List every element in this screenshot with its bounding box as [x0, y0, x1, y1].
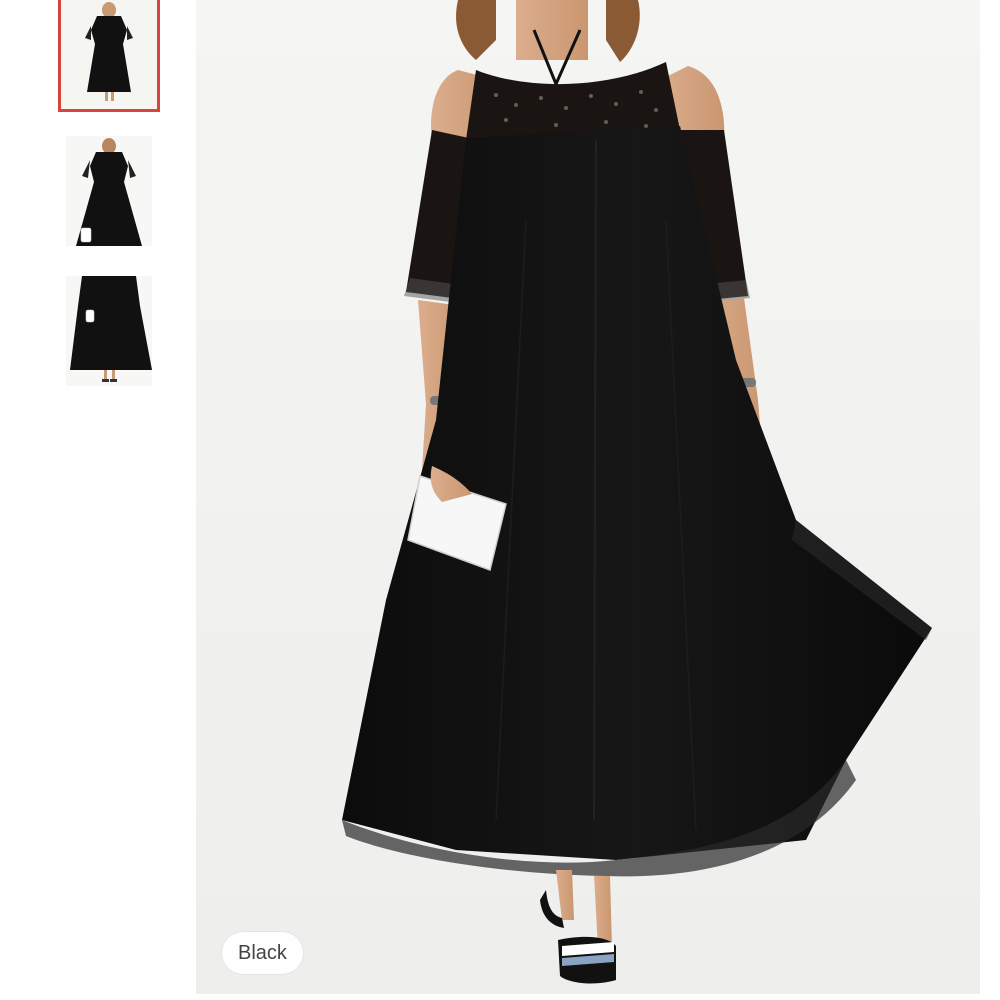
- selected-color-label: Black: [222, 932, 303, 974]
- product-image-gallery: Black: [0, 0, 1000, 1000]
- dress-thumbnail-image: [61, 0, 157, 109]
- thumbnail-3[interactable]: [66, 276, 152, 386]
- thumbnail-1[interactable]: [58, 0, 160, 112]
- thumbnail-2[interactable]: [66, 136, 152, 246]
- color-name: Black: [238, 941, 287, 964]
- dress-photo: [196, 0, 980, 994]
- main-product-image[interactable]: [196, 0, 980, 994]
- dress-thumbnail-image: [66, 276, 152, 386]
- dress-thumbnail-image: [66, 136, 152, 246]
